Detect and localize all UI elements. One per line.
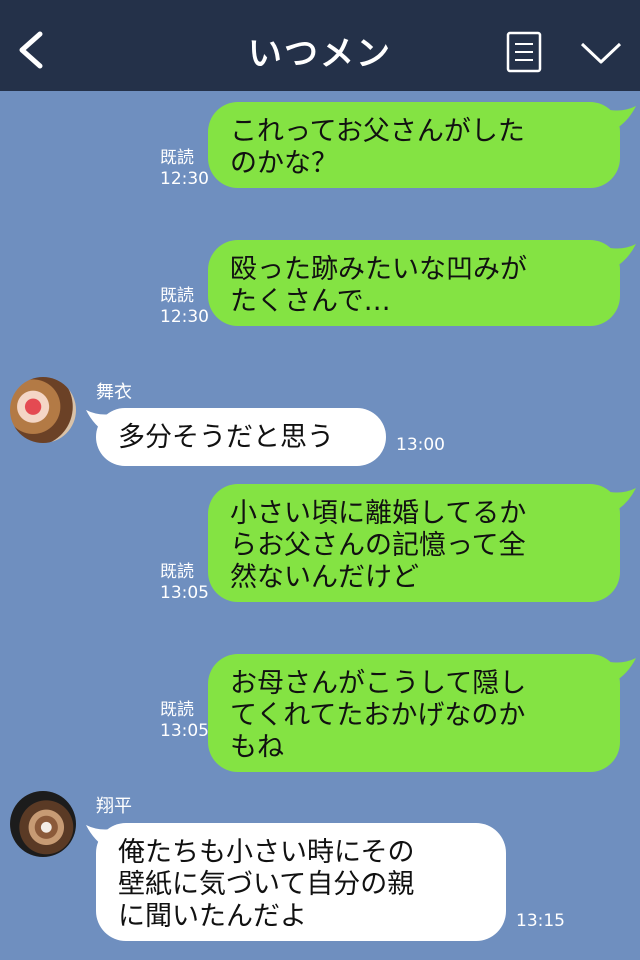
avatar[interactable] — [10, 377, 76, 443]
chat-header: いつメン — [0, 0, 640, 91]
message-bubble-sent[interactable]: お母さんがこうして隠し てくれてたおかげなのか もね — [208, 654, 620, 772]
bubble-tail — [610, 244, 636, 268]
read-receipt: 既読 — [160, 700, 194, 720]
message-meta: 既読 12:30 — [160, 286, 209, 328]
chevron-down-icon — [580, 42, 622, 64]
message-bubble-sent[interactable]: 小さい頃に離婚してるか らお父さんの記憶って全 然ないんだけど — [208, 484, 620, 602]
message-time: 12:30 — [160, 307, 209, 327]
read-receipt: 既読 — [160, 148, 194, 168]
message-bubble-received[interactable]: 俺たちも小さい時にその 壁紙に気づいて自分の親 に聞いたんだよ — [96, 823, 506, 941]
sender-name: 翔平 — [96, 796, 132, 817]
avatar[interactable] — [10, 791, 76, 857]
message-time: 13:00 — [396, 435, 445, 455]
message-bubble-received[interactable]: 多分そうだと思う — [96, 408, 386, 466]
menu-button[interactable] — [506, 31, 542, 73]
read-receipt: 既読 — [160, 562, 194, 582]
message-time: 13:15 — [516, 911, 565, 931]
message-bubble-sent[interactable]: 殴った跡みたいな凹みが たくさんで… — [208, 240, 620, 326]
note-list-icon — [506, 31, 542, 73]
message-bubble-sent[interactable]: これってお父さんがした のかな？ — [208, 102, 620, 188]
sender-name: 舞衣 — [96, 382, 132, 403]
bubble-tail — [610, 106, 636, 130]
message-time: 13:05 — [160, 721, 209, 741]
message-time: 13:05 — [160, 583, 209, 603]
bubble-tail — [610, 658, 636, 682]
bubble-tail — [610, 488, 636, 512]
message-meta: 既読 13:05 — [160, 700, 209, 742]
message-time: 12:30 — [160, 169, 209, 189]
message-meta: 既読 12:30 — [160, 148, 209, 190]
expand-button[interactable] — [578, 38, 624, 68]
read-receipt: 既読 — [160, 286, 194, 306]
chat-title: いつメン — [248, 34, 392, 74]
message-meta: 既読 13:05 — [160, 562, 209, 604]
